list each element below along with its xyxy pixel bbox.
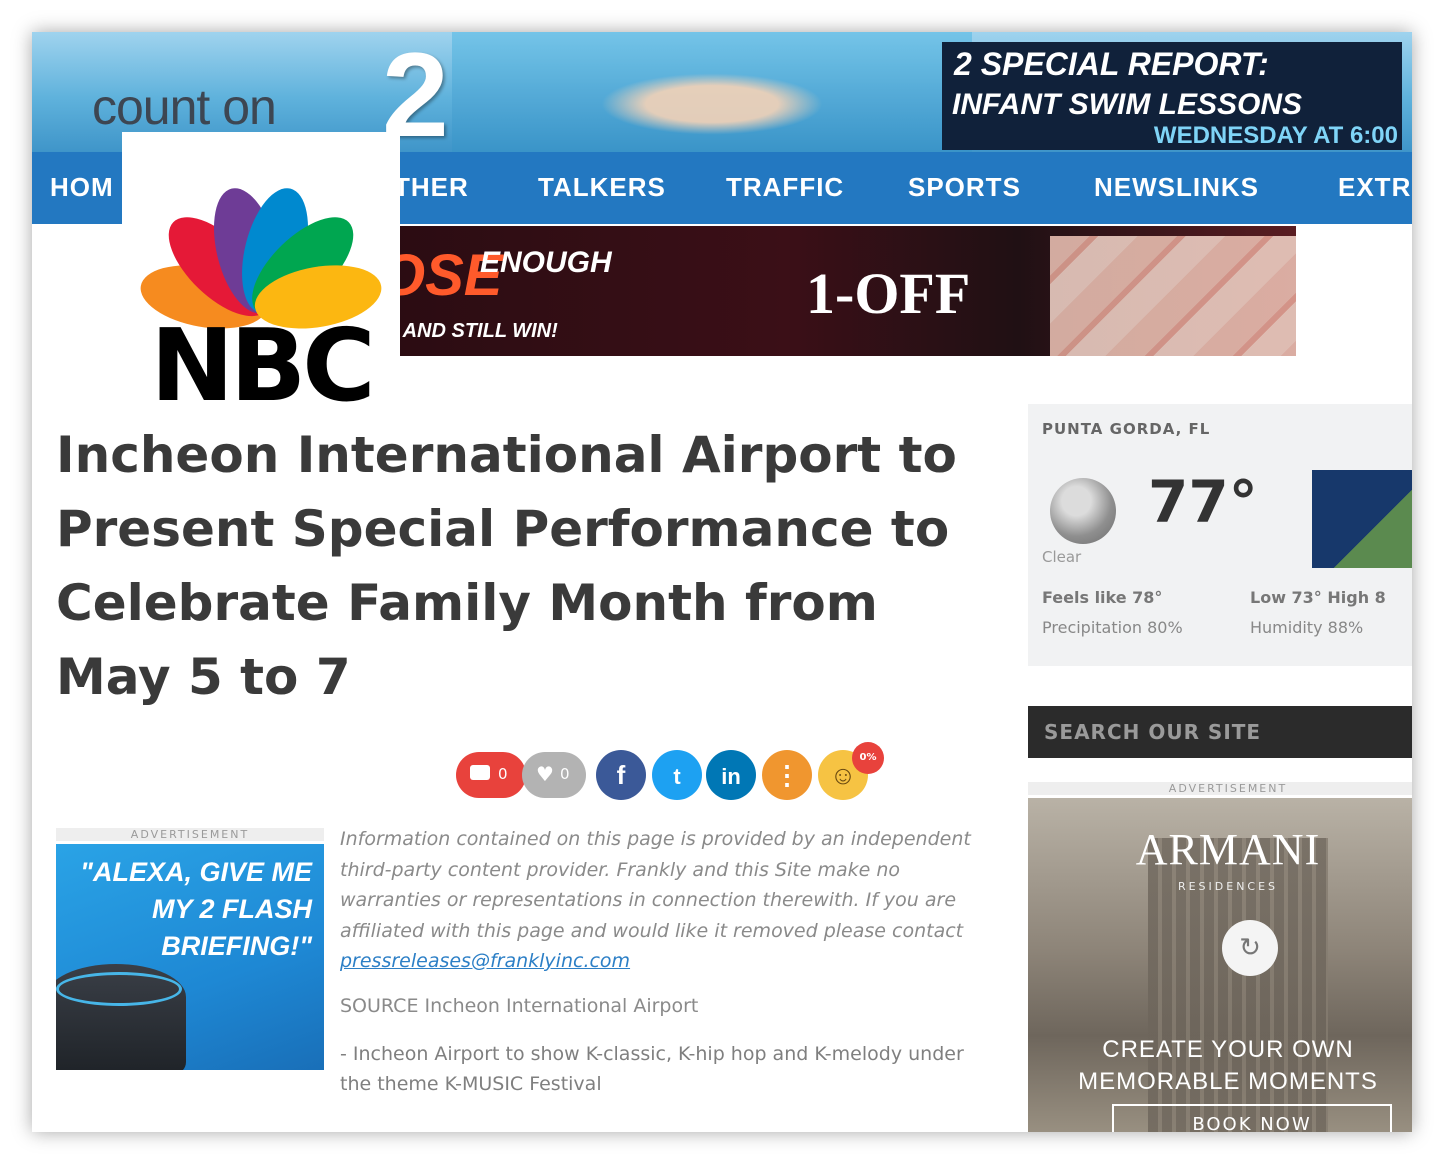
article-source: SOURCE Incheon International Airport [340,994,699,1017]
feels-like: Feels like 78° [1042,588,1163,607]
brand-slogan: count on [92,79,277,135]
nav-item-newslinks[interactable]: NEWSLINKS [1094,172,1259,203]
nav-item-weather[interactable]: THER [394,172,469,203]
comment-icon [470,765,490,780]
disclaimer-text: Information contained on this page is pr… [340,828,971,942]
replay-icon[interactable]: ↻ [1222,920,1278,976]
screenshot-frame: count on 2 2 SPECIAL REPORT: INFANT SWIM… [32,32,1412,1132]
more-icon: ⋮ [774,760,800,790]
special-report-topic: INFANT SWIM LESSONS [952,88,1303,121]
site-search [1028,706,1412,758]
contact-email-link[interactable]: pressreleases@franklyinc.com [340,950,630,972]
reaction-badge: 0% [852,742,884,774]
facebook-icon: f [616,760,626,790]
nav-item-extra[interactable]: EXTR [1338,172,1411,203]
precipitation: Precipitation 80% [1042,618,1183,637]
nav-item-sports[interactable]: SPORTS [908,172,1021,203]
like-button[interactable]: ♥ 0 [522,752,586,798]
ad-ticket-image [1050,236,1296,356]
nav-item-home[interactable]: HOM [50,172,114,203]
alexa-ad-text: "ALEXA, GIVE ME MY 2 FLASH BRIEFING!" [80,857,312,961]
emoji-icon: ☺ [829,760,857,790]
nbc-logo: NBC [122,132,400,424]
article-bullet-point: - Incheon Airport to show K-classic, K-h… [340,1042,964,1095]
book-now-button[interactable]: BOOK NOW [1112,1104,1392,1132]
nbc-peacock-icon: NBC [140,188,382,424]
facebook-share-button[interactable]: f [596,750,646,800]
echo-dot-image [56,964,186,1070]
third-party-disclaimer: Information contained on this page is pr… [340,824,998,977]
ad-headline-part2: ENOUGH [480,246,612,279]
weather-widget[interactable]: PUNTA GORDA, FL 77° Clear Feels like 78°… [1028,404,1412,666]
low-high-temperature: Low 73° High 8 [1250,588,1386,607]
heart-icon: ♥ [536,762,554,786]
ad-label: ADVERTISEMENT [1028,782,1412,795]
weather-temperature: 77° [1148,468,1258,536]
alexa-flash-briefing-ad[interactable]: "ALEXA, GIVE ME MY 2 FLASH BRIEFING!" [56,844,324,1070]
like-count: 0 [560,765,570,783]
radar-map-thumbnail[interactable] [1312,470,1412,568]
moon-icon [1050,478,1116,544]
nbc-wordmark: NBC [150,307,371,410]
search-input[interactable] [1028,706,1412,758]
twitter-icon: t [673,764,681,789]
special-report-promo[interactable]: 2 SPECIAL REPORT: INFANT SWIM LESSONS WE… [942,42,1402,150]
armani-call-to-action: CREATE YOUR OWN MEMORABLE MOMENTS [1078,1036,1378,1095]
ad-label: ADVERTISEMENT [56,828,324,841]
leaderboard-ad[interactable]: OSE ENOUGH NE AND STILL WIN! 1-OFF [370,226,1296,356]
comment-button[interactable]: 0 [456,752,526,798]
nav-item-talkers[interactable]: TALKERS [538,172,666,203]
armani-subtitle: RESIDENCES [1177,880,1279,893]
article-body: Information contained on this page is pr… [340,824,998,1099]
comment-count: 0 [498,765,508,783]
header-background-photo [452,32,972,152]
more-share-button[interactable]: ⋮ [762,750,812,800]
weather-location: PUNTA GORDA, FL [1042,420,1211,438]
armani-residences-ad[interactable]: ARMANI RESIDENCES ↻ CREATE YOUR OWN MEMO… [1028,798,1412,1132]
twitter-share-button[interactable]: t [652,750,702,800]
armani-brand: ARMANI [1135,825,1321,874]
special-report-time: WEDNESDAY AT 6:00 [1153,122,1398,149]
article-headline: Incheon International Airport to Present… [56,426,957,706]
humidity: Humidity 88% [1250,618,1364,637]
ad-product-name: 1-OFF [806,261,971,326]
special-report-title: 2 SPECIAL REPORT: [954,46,1269,82]
linkedin-icon: in [721,764,741,789]
linkedin-share-button[interactable]: in [706,750,756,800]
nav-item-traffic[interactable]: TRAFFIC [726,172,844,203]
weather-condition: Clear [1042,548,1082,566]
